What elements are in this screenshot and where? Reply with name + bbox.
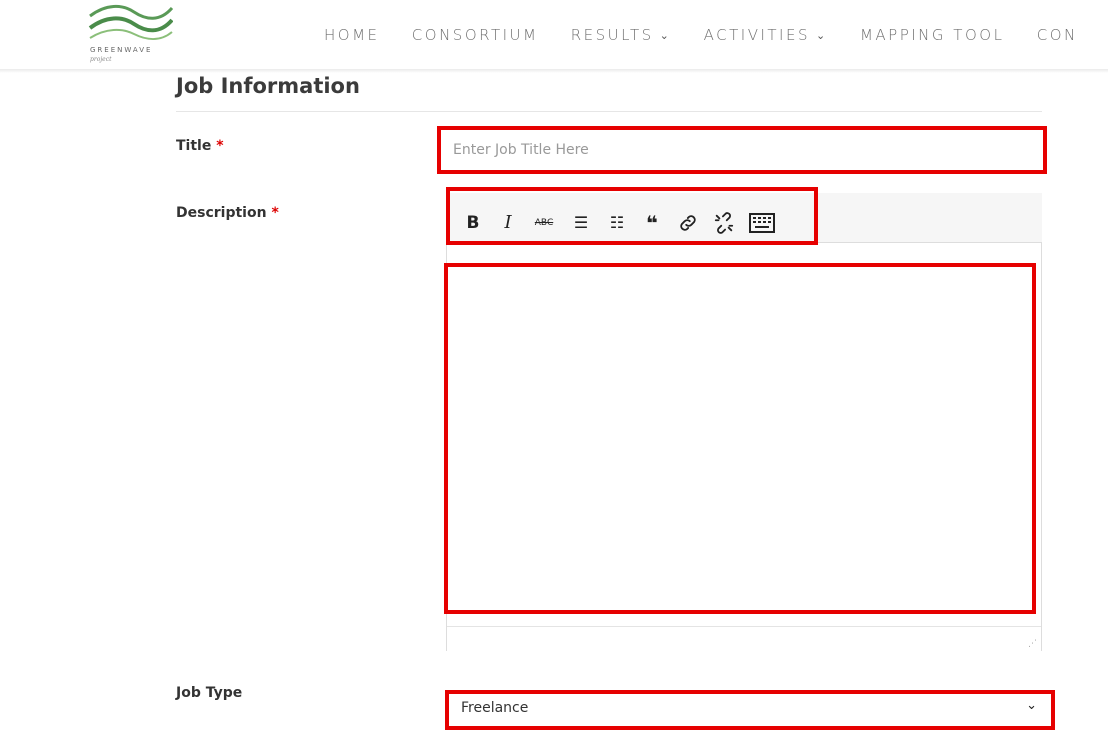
logo-subtitle: project bbox=[90, 56, 112, 63]
description-label-text: Description bbox=[176, 205, 267, 221]
required-marker: * bbox=[216, 138, 224, 154]
job-type-select[interactable]: Freelance ⌄ bbox=[445, 690, 1055, 730]
nav-contact[interactable]: CON bbox=[1037, 26, 1078, 44]
nav-consortium[interactable]: CONSORTIUM bbox=[412, 26, 539, 44]
nav-activities-label: ACTIVITIES bbox=[703, 26, 810, 44]
main-nav: HOME CONSORTIUM RESULTS ⌄ ACTIVITIES ⌄ MAP… bbox=[324, 26, 1103, 44]
resize-handle-icon[interactable]: ⋰ bbox=[1028, 639, 1037, 649]
nav-consortium-label: CONSORTIUM bbox=[411, 26, 539, 44]
title-label: Title * bbox=[176, 138, 224, 154]
nav-home-label: HOME bbox=[324, 26, 380, 44]
unlink-icon[interactable] bbox=[712, 211, 736, 235]
unlink-icon-svg bbox=[714, 212, 734, 234]
editor-statusbar: ⋰ bbox=[447, 626, 1041, 651]
editor-toolbar-highlight: B I ABC ☰ ☷ ❝ bbox=[446, 187, 818, 245]
header-divider bbox=[0, 69, 1108, 73]
chevron-down-icon: ⌄ bbox=[1026, 698, 1037, 713]
nav-home[interactable]: HOME bbox=[324, 26, 380, 44]
nav-results[interactable]: RESULTS ⌄ bbox=[571, 26, 672, 44]
job-type-label: Job Type bbox=[176, 685, 243, 701]
numbered-list-icon[interactable]: ☷ bbox=[607, 211, 627, 235]
link-icon-svg bbox=[680, 215, 696, 231]
nav-contact-label: CON bbox=[1036, 26, 1078, 44]
bullet-list-icon[interactable]: ☰ bbox=[571, 211, 591, 235]
blockquote-icon[interactable]: ❝ bbox=[642, 211, 662, 235]
section-title: Job Information bbox=[176, 74, 360, 98]
section-divider bbox=[176, 111, 1042, 112]
job-type-selected-value: Freelance bbox=[461, 700, 529, 716]
nav-results-label: RESULTS bbox=[570, 26, 654, 44]
logo-wordmark: GREENWAVE bbox=[90, 46, 153, 54]
chevron-down-icon: ⌄ bbox=[815, 29, 828, 42]
nav-activities[interactable]: ACTIVITIES ⌄ bbox=[704, 26, 828, 44]
keyboard-icon[interactable] bbox=[748, 211, 776, 235]
title-label-text: Title bbox=[176, 138, 212, 154]
bold-icon[interactable]: B bbox=[464, 211, 482, 235]
chevron-down-icon: ⌄ bbox=[659, 29, 672, 42]
job-title-input[interactable] bbox=[447, 134, 1049, 166]
site-header: GREENWAVE project HOME CONSORTIUM RESULT… bbox=[0, 0, 1108, 70]
title-field-highlight bbox=[437, 126, 1049, 174]
italic-icon[interactable]: I bbox=[500, 211, 516, 235]
nav-mapping-tool-label: MAPPING TOOL bbox=[859, 26, 1005, 44]
required-marker: * bbox=[271, 205, 279, 221]
nav-mapping-tool[interactable]: MAPPING TOOL bbox=[860, 26, 1004, 44]
strikethrough-icon[interactable]: ABC bbox=[532, 211, 556, 235]
description-content-highlight bbox=[444, 263, 1036, 614]
keyboard-icon-svg bbox=[749, 213, 775, 233]
link-icon[interactable] bbox=[676, 211, 700, 235]
description-label: Description * bbox=[176, 205, 279, 221]
description-textarea[interactable] bbox=[452, 271, 1028, 606]
